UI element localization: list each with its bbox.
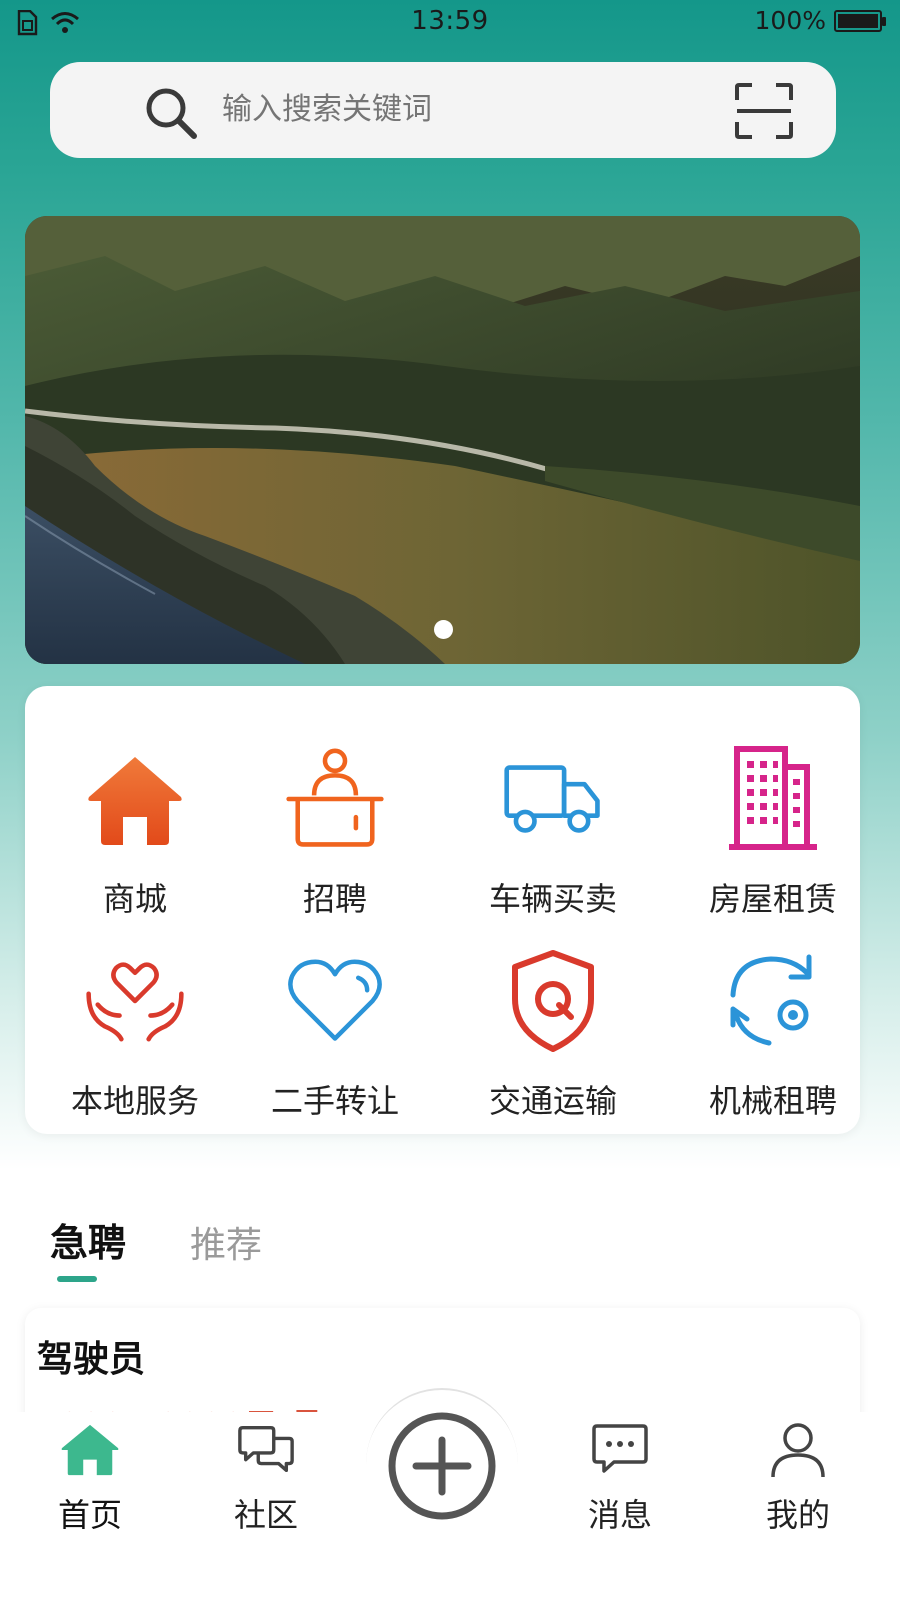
category-mall[interactable]: 商城 [35,744,235,924]
category-label: 机械租聘 [708,1082,837,1120]
category-label: 商城 [102,880,167,918]
tab-recommend[interactable]: 推荐 [190,1216,262,1268]
search-input[interactable] [222,88,742,132]
nav-add-button[interactable] [386,1410,498,1522]
category-grid: 商城 招聘 车辆买卖 房屋租赁 本地服务 二手转让 交通运输 机械租聘 [25,686,860,1134]
truck-icon [503,744,603,854]
message-icon [590,1420,650,1480]
category-label: 招聘 [302,880,367,918]
nav-home[interactable]: 首页 [10,1420,170,1540]
chat-bubbles-icon [236,1420,296,1480]
category-second-hand[interactable]: 二手转让 [235,946,435,1126]
home-icon [60,1420,120,1480]
category-label: 本地服务 [70,1082,199,1120]
building-icon [723,744,823,854]
nav-messages[interactable]: 消息 [540,1420,700,1540]
nav-label: 消息 [587,1496,652,1534]
heart-icon [285,946,385,1056]
scan-icon[interactable] [734,82,794,144]
house-icon [85,744,185,854]
category-transport[interactable]: 交通运输 [453,946,653,1126]
nav-me[interactable]: 我的 [718,1420,878,1540]
heart-hands-icon [85,946,185,1056]
battery-percent: 100% [754,6,826,35]
category-local-service[interactable]: 本地服务 [35,946,235,1126]
category-housing-rental[interactable]: 房屋租赁 [673,744,873,924]
nav-label: 社区 [233,1496,298,1534]
nav-label: 首页 [57,1496,122,1534]
search-icon[interactable] [142,86,202,146]
category-label: 二手转让 [270,1082,399,1120]
category-label: 交通运输 [488,1082,617,1120]
nav-label: 我的 [765,1496,830,1534]
add-icon [388,1412,496,1520]
category-label: 房屋租赁 [708,880,837,918]
user-icon [768,1420,828,1480]
shield-q-icon [503,946,603,1056]
tab-urgent[interactable]: 急聘 [50,1212,126,1267]
battery-icon [834,9,886,32]
reception-desk-icon [285,744,385,854]
category-recruit[interactable]: 招聘 [235,744,435,924]
tab-active-indicator [57,1276,97,1282]
status-bar: 13:59 100% [0,0,900,46]
rotate-icon [723,946,823,1056]
category-label: 车辆买卖 [488,880,617,918]
nav-community[interactable]: 社区 [186,1420,346,1540]
category-machinery-rental[interactable]: 机械租聘 [673,946,873,1126]
search-bar[interactable] [50,62,836,158]
banner-image [25,216,860,664]
banner-carousel[interactable] [25,216,860,664]
job-title: 驾驶员 [37,1339,146,1380]
category-vehicle-trade[interactable]: 车辆买卖 [453,744,653,924]
carousel-indicator[interactable] [434,620,453,639]
